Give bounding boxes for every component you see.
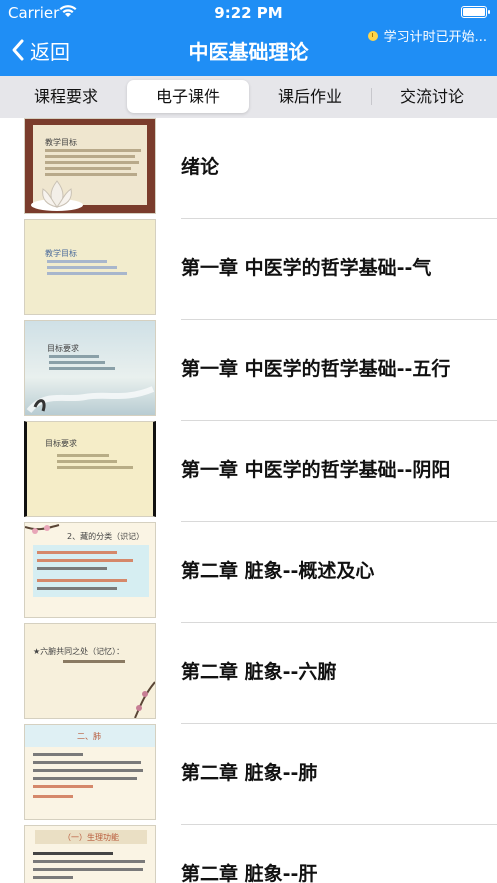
list-item[interactable]: ★六腑共同之处（记忆）： 第二章 脏象--六腑 <box>0 623 497 724</box>
slide-heading: 教学目标 <box>45 138 77 147</box>
tab-homework[interactable]: 课后作业 <box>249 80 371 113</box>
clock-time: 9:22 PM <box>214 4 283 22</box>
list-item[interactable]: （一）生理功能 第二章 脏象--肝 <box>0 825 497 883</box>
battery-icon <box>461 6 490 18</box>
ink-brush-icon <box>26 386 155 414</box>
slide-thumbnail: 目标要求 <box>24 421 156 517</box>
slide-heading: ★六腑共同之处（记忆）： <box>33 647 125 656</box>
segmented-control: 课程要求 电子课件 课后作业 交流讨论 <box>0 76 497 118</box>
timer-text: 学习计时已开始... <box>383 30 487 45</box>
list-item[interactable]: 2、藏的分类（识记） 第二章 脏象--概述及心 <box>0 522 497 623</box>
tab-label: 课程要求 <box>33 87 98 106</box>
list-item[interactable]: 教学目标 第一章 中医学的哲学基础--气 <box>0 219 497 320</box>
slide-heading: 2、藏的分类（识记） <box>67 532 145 541</box>
slide-thumbnail: 教学目标 <box>24 118 156 214</box>
list-item[interactable]: 二、肺 第二章 脏象--肺 <box>0 724 497 825</box>
slide-thumbnail: 二、肺 <box>24 724 156 820</box>
lesson-title: 第一章 中医学的哲学基础--阴阳 <box>181 459 451 481</box>
list-item[interactable]: 目标要求 第一章 中医学的哲学基础--五行 <box>0 320 497 421</box>
slide-thumbnail: ★六腑共同之处（记忆）： <box>24 623 156 719</box>
clock-icon <box>367 30 378 41</box>
study-timer: 学习计时已开始... <box>367 26 487 45</box>
courseware-list: 教学目标 绪论 教学目标 第一章 中医学的哲学基础--气 目标要求 第一章 中医… <box>0 118 497 883</box>
lesson-title: 第二章 脏象--六腑 <box>181 661 337 683</box>
lesson-title: 绪论 <box>181 156 220 178</box>
slide-heading: 目标要求 <box>45 439 77 448</box>
tab-courseware[interactable]: 电子课件 <box>127 80 249 113</box>
slide-heading: 教学目标 <box>45 249 77 258</box>
slide-thumbnail: （一）生理功能 <box>24 825 156 883</box>
tab-discussion[interactable]: 交流讨论 <box>371 80 493 113</box>
lesson-title: 第一章 中医学的哲学基础--气 <box>181 257 432 279</box>
lesson-title: 第一章 中医学的哲学基础--五行 <box>181 358 451 380</box>
list-item[interactable]: 教学目标 绪论 <box>0 118 497 219</box>
list-item[interactable]: 目标要求 第一章 中医学的哲学基础--阴阳 <box>0 421 497 522</box>
tab-course-requirements[interactable]: 课程要求 <box>5 80 127 113</box>
tab-label: 交流讨论 <box>399 87 464 106</box>
tab-label: 课后作业 <box>277 87 342 106</box>
lesson-title: 第二章 脏象--肺 <box>181 762 318 784</box>
plum-branch-icon <box>134 681 155 718</box>
lesson-title: 第二章 脏象--概述及心 <box>181 560 375 582</box>
status-bar: Carrier 9:22 PM <box>0 0 497 24</box>
lotus-icon <box>31 180 83 211</box>
navigation-header: Carrier 9:22 PM 返回 中医基础理论 学习计时已开始... <box>0 0 497 76</box>
slide-thumbnail: 教学目标 <box>24 219 156 315</box>
slide-thumbnail: 目标要求 <box>24 320 156 416</box>
tab-label: 电子课件 <box>155 87 220 106</box>
slide-heading: 目标要求 <box>47 344 79 353</box>
slide-thumbnail: 2、藏的分类（识记） <box>24 522 156 618</box>
slide-heading: （一）生理功能 <box>63 833 119 842</box>
slide-heading: 二、肺 <box>77 732 101 741</box>
lesson-title: 第二章 脏象--肝 <box>181 863 318 883</box>
